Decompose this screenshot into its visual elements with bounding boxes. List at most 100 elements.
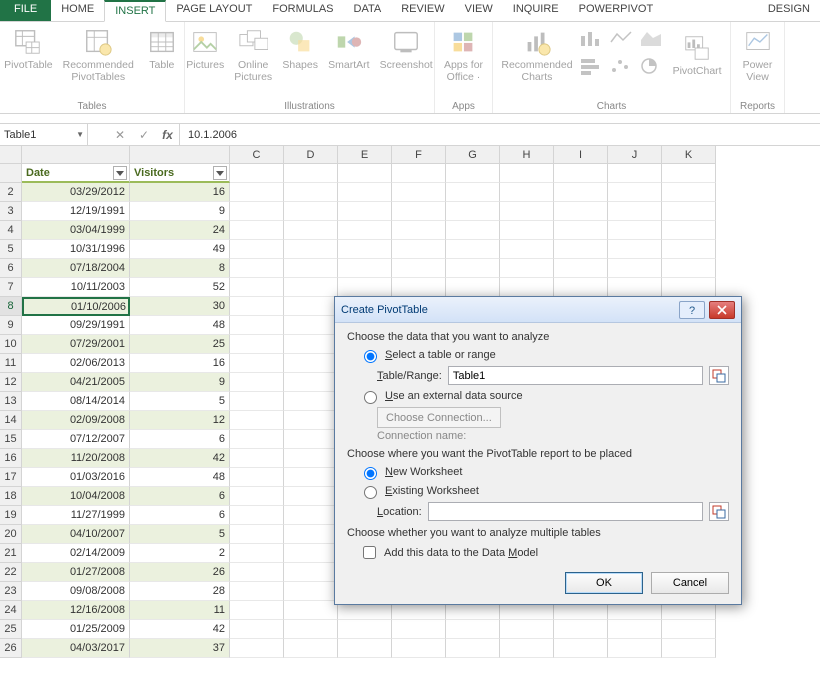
cell-date[interactable]: 01/27/2008 <box>22 563 130 582</box>
cell[interactable] <box>446 164 500 183</box>
column-header[interactable] <box>22 146 130 164</box>
cell[interactable] <box>230 430 284 449</box>
cell[interactable] <box>500 183 554 202</box>
cell[interactable] <box>608 639 662 658</box>
cell[interactable] <box>446 620 500 639</box>
cell[interactable] <box>554 183 608 202</box>
table-button[interactable]: Table <box>140 24 184 73</box>
cell[interactable] <box>662 639 716 658</box>
cell[interactable] <box>608 240 662 259</box>
cell[interactable] <box>284 525 338 544</box>
cell[interactable] <box>230 411 284 430</box>
cell-date[interactable]: 01/25/2009 <box>22 620 130 639</box>
cell-visitors[interactable]: 6 <box>130 487 230 506</box>
cell[interactable] <box>662 164 716 183</box>
cell-date[interactable]: 09/08/2008 <box>22 582 130 601</box>
cell[interactable] <box>446 183 500 202</box>
smartart-button[interactable]: SmartArt <box>324 24 373 73</box>
cell[interactable] <box>392 639 446 658</box>
cell[interactable] <box>284 563 338 582</box>
cell[interactable] <box>338 620 392 639</box>
cell-visitors[interactable]: 30 <box>130 297 230 316</box>
cell-date[interactable]: 04/03/2017 <box>22 639 130 658</box>
cell[interactable] <box>230 392 284 411</box>
cell[interactable] <box>284 582 338 601</box>
close-button[interactable] <box>709 301 735 319</box>
radio-new-worksheet[interactable]: New Worksheet <box>359 464 729 480</box>
recommended-charts-button[interactable]: Recommended Charts <box>497 24 576 85</box>
cell-visitors[interactable]: 48 <box>130 316 230 335</box>
cell[interactable] <box>662 259 716 278</box>
cell[interactable] <box>446 278 500 297</box>
row-number[interactable]: 2 <box>0 183 22 202</box>
cell[interactable] <box>284 164 338 183</box>
row-number[interactable]: 22 <box>0 563 22 582</box>
chart-type-column-icon[interactable] <box>579 28 607 54</box>
cell[interactable] <box>446 259 500 278</box>
column-header[interactable]: F <box>392 146 446 164</box>
cell[interactable] <box>230 259 284 278</box>
cell[interactable] <box>284 297 338 316</box>
power-view-button[interactable]: Power View <box>736 24 780 85</box>
cell[interactable] <box>392 240 446 259</box>
cell-visitors[interactable]: 6 <box>130 506 230 525</box>
cell-visitors[interactable]: 48 <box>130 468 230 487</box>
cell[interactable] <box>284 183 338 202</box>
cell[interactable] <box>284 278 338 297</box>
cell-date[interactable]: 12/19/1991 <box>22 202 130 221</box>
row-number[interactable]: 12 <box>0 373 22 392</box>
cell[interactable] <box>446 221 500 240</box>
cell-visitors[interactable]: 2 <box>130 544 230 563</box>
cell[interactable] <box>554 202 608 221</box>
online-pictures-button[interactable]: Online Pictures <box>230 24 276 85</box>
cell-visitors[interactable]: 52 <box>130 278 230 297</box>
cell[interactable] <box>608 164 662 183</box>
cell[interactable] <box>284 221 338 240</box>
cell-date[interactable]: 07/12/2007 <box>22 430 130 449</box>
cell[interactable] <box>284 392 338 411</box>
chart-type-line-icon[interactable] <box>609 28 637 54</box>
location-picker-icon[interactable] <box>709 502 729 521</box>
tab-formulas[interactable]: FORMULAS <box>262 0 343 21</box>
cell-visitors[interactable]: 12 <box>130 411 230 430</box>
cell[interactable] <box>500 240 554 259</box>
row-number[interactable]: 4 <box>0 221 22 240</box>
column-header[interactable]: H <box>500 146 554 164</box>
select-all-corner[interactable] <box>0 146 22 164</box>
cell[interactable] <box>554 221 608 240</box>
cell-visitors[interactable]: 9 <box>130 373 230 392</box>
cell[interactable] <box>230 316 284 335</box>
row-number[interactable]: 25 <box>0 620 22 639</box>
pivotchart-button[interactable]: PivotChart <box>669 30 726 79</box>
cell[interactable] <box>284 259 338 278</box>
cell[interactable] <box>284 468 338 487</box>
chart-type-area-icon[interactable] <box>639 28 667 54</box>
cell-visitors[interactable]: 26 <box>130 563 230 582</box>
cell[interactable] <box>338 221 392 240</box>
tab-review[interactable]: REVIEW <box>391 0 454 21</box>
cell[interactable] <box>338 278 392 297</box>
cell[interactable] <box>230 639 284 658</box>
cell-date[interactable]: 10/11/2003 <box>22 278 130 297</box>
cell-visitors[interactable]: 16 <box>130 183 230 202</box>
cell[interactable] <box>284 601 338 620</box>
cell[interactable] <box>230 373 284 392</box>
cell-date[interactable]: 08/14/2014 <box>22 392 130 411</box>
cell-visitors[interactable]: 5 <box>130 525 230 544</box>
chart-type-scatter-icon[interactable] <box>609 56 637 82</box>
tablerange-input[interactable] <box>448 366 703 385</box>
cell[interactable] <box>284 335 338 354</box>
tab-file[interactable]: FILE <box>0 0 51 21</box>
cell[interactable] <box>392 221 446 240</box>
cell[interactable] <box>284 449 338 468</box>
cell[interactable] <box>230 468 284 487</box>
cell[interactable] <box>230 620 284 639</box>
cell[interactable] <box>500 278 554 297</box>
cell[interactable] <box>338 240 392 259</box>
cell[interactable] <box>608 183 662 202</box>
cell[interactable] <box>392 278 446 297</box>
row-number[interactable]: 23 <box>0 582 22 601</box>
cell[interactable] <box>392 164 446 183</box>
apps-for-office-button[interactable]: Apps for Office · <box>440 24 487 85</box>
cell[interactable] <box>608 620 662 639</box>
